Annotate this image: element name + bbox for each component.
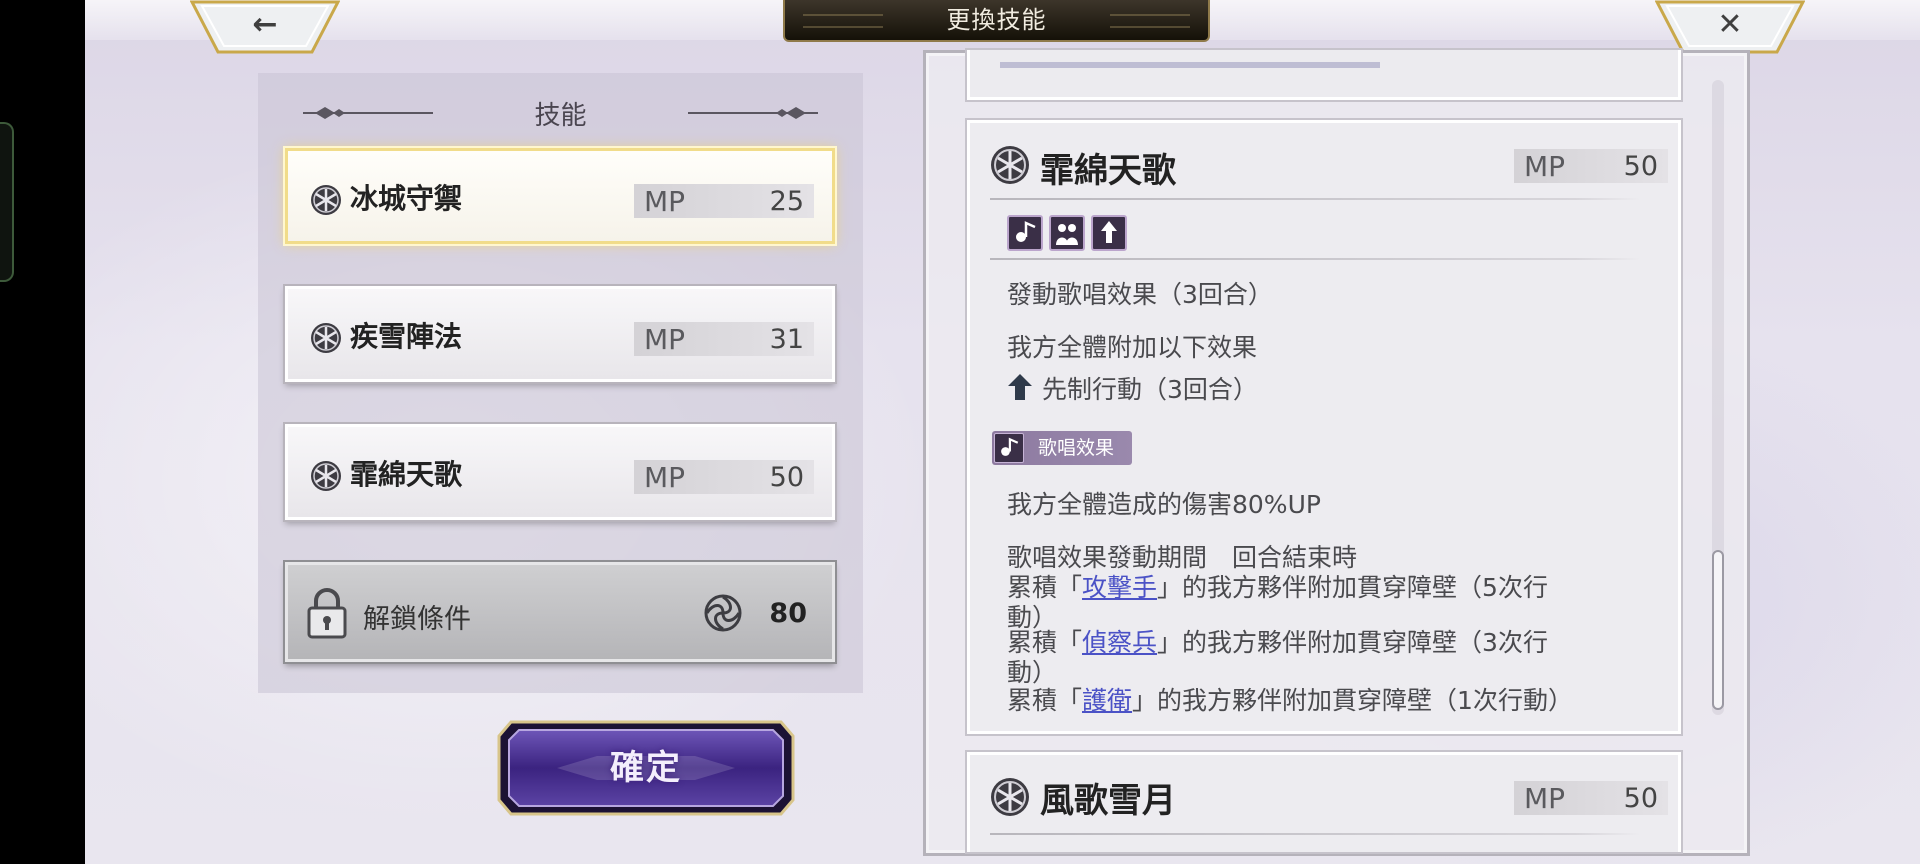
- edge-handle[interactable]: [0, 122, 14, 282]
- mp-cost: MP 25: [634, 184, 814, 218]
- spiral-icon: [704, 594, 742, 632]
- effect-line: 累積「護衛」的我方夥伴附加貫穿障壁（1次行動）: [1007, 681, 1573, 717]
- divider: [990, 833, 1640, 835]
- close-button[interactable]: ✕: [1655, 0, 1805, 56]
- role-link-attacker[interactable]: 攻擊手: [1082, 573, 1157, 602]
- song-badge-label: 歌唱效果: [1038, 437, 1115, 459]
- ice-skill-icon: [311, 461, 341, 491]
- previous-skill-card: [967, 50, 1681, 100]
- song-badge-icon: [994, 433, 1024, 463]
- mp-label: MP: [644, 322, 686, 356]
- text-fragment: 」的我方夥伴附加貫穿障壁（3次行: [1157, 628, 1548, 657]
- effect-line: 發動歌唱效果（3回合）: [1007, 280, 1273, 309]
- text-fragment: 」的我方夥伴附加貫穿障壁（1次行動）: [1132, 686, 1573, 715]
- confirm-label: 確定: [610, 748, 682, 788]
- skills-heading: 技能: [534, 100, 587, 131]
- lock-icon: [307, 588, 347, 639]
- cut-off-text-icon: [1000, 62, 1380, 68]
- text-fragment: 」的我方夥伴附加貫穿障壁（5次行: [1157, 573, 1548, 602]
- back-arrow-icon: ←: [252, 6, 278, 42]
- divider: [990, 258, 1640, 260]
- ice-skill-icon: [311, 185, 341, 215]
- unlock-label: 解鎖條件: [363, 604, 471, 635]
- ornament-right-icon: [688, 107, 818, 119]
- skill-tags: [1007, 215, 1127, 251]
- page-title: 更換技能: [783, 0, 1210, 42]
- skills-panel: 技能 冰城守禦 MP 25 疾雪陣法 MP 31 霏綿天歌 MP 50 解鎖條件…: [258, 73, 863, 693]
- mp-value: 50: [1623, 150, 1658, 182]
- skill-detail-card: 霏綿天歌 MP 50 發動歌唱效果（3回合） 我方全體附加以下效果 先制行動（3…: [967, 120, 1681, 734]
- ice-skill-icon: [991, 778, 1029, 816]
- next-skill-card[interactable]: 風歌雪月 MP 50: [967, 752, 1681, 852]
- mp-label: MP: [1524, 781, 1566, 815]
- divider: [990, 198, 1640, 200]
- skill-name: 疾雪陣法: [350, 320, 463, 353]
- skill-name: 冰城守禦: [350, 182, 463, 215]
- mp-value: 50: [769, 461, 804, 493]
- close-icon: ✕: [1717, 6, 1743, 42]
- effect-line: 累積「攻擊手」的我方夥伴附加貫穿障壁（5次行: [1007, 568, 1548, 604]
- detail-skill-name: 霏綿天歌: [1040, 151, 1176, 191]
- game-screen: ← 更換技能 ✕ 技能 冰城守禦 MP 25 疾雪陣法 MP 31 霏綿天歌 M…: [85, 0, 1920, 864]
- skill-card-1[interactable]: 冰城守禦 MP 25: [285, 148, 835, 244]
- skill-card-3[interactable]: 霏綿天歌 MP 50: [285, 424, 835, 520]
- ornament-left-icon: [303, 107, 433, 119]
- effect-line: 我方全體附加以下效果: [1007, 333, 1258, 362]
- unlock-value: 80: [769, 598, 807, 629]
- confirm-button[interactable]: 確定: [497, 718, 795, 818]
- role-link-guard[interactable]: 護衛: [1082, 686, 1132, 715]
- party-tag-icon: [1049, 215, 1085, 251]
- buff-tag-icon: [1091, 215, 1127, 251]
- mp-cost: MP 50: [634, 460, 814, 494]
- next-mp-cost: MP 50: [1514, 781, 1668, 815]
- ice-skill-icon: [991, 146, 1029, 184]
- mp-value: 50: [1623, 782, 1658, 814]
- unlock-condition[interactable]: 解鎖條件 80: [285, 562, 835, 662]
- up-arrow-icon: [1008, 374, 1032, 400]
- detail-mp-cost: MP 50: [1514, 149, 1668, 183]
- song-tag-icon: [1007, 215, 1043, 251]
- skills-header: 技能: [258, 93, 863, 133]
- next-skill-name: 風歌雪月: [1040, 781, 1176, 821]
- scrollbar-thumb[interactable]: [1712, 550, 1724, 710]
- mp-value: 31: [769, 323, 804, 355]
- detail-scrollbar[interactable]: [1712, 80, 1724, 715]
- mp-label: MP: [644, 460, 686, 494]
- mp-label: MP: [1524, 149, 1566, 183]
- effect-line: 先制行動（3回合）: [1042, 375, 1258, 404]
- ice-skill-icon: [311, 323, 341, 353]
- effect-line: 我方全體造成的傷害80%UP: [1007, 490, 1321, 519]
- mp-cost: MP 31: [634, 322, 814, 356]
- skill-name: 霏綿天歌: [350, 458, 463, 491]
- mp-label: MP: [644, 184, 686, 218]
- role-link-scout[interactable]: 偵察兵: [1082, 628, 1157, 657]
- mp-value: 25: [769, 185, 804, 217]
- skill-card-2[interactable]: 疾雪陣法 MP 31: [285, 286, 835, 382]
- text-fragment: 累積「: [1007, 686, 1083, 715]
- effect-line: 累積「偵察兵」的我方夥伴附加貫穿障壁（3次行: [1007, 623, 1548, 659]
- song-effect-badge: 歌唱效果: [992, 431, 1132, 465]
- back-button[interactable]: ←: [190, 0, 340, 56]
